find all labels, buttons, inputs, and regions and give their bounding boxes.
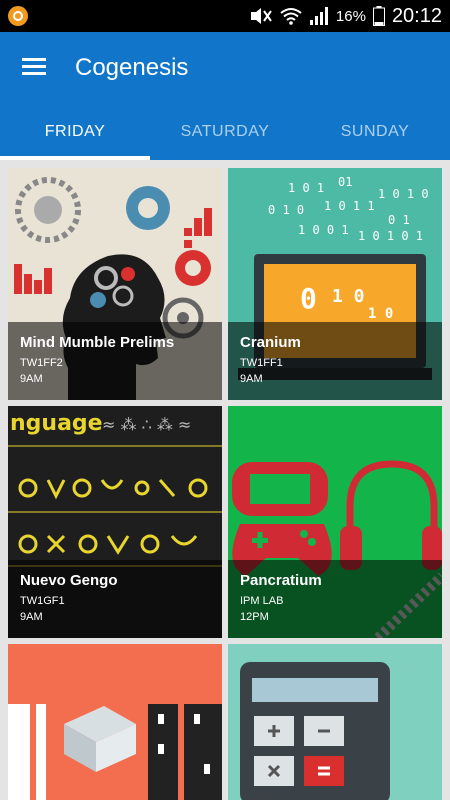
svg-text:0 1: 0 1 [388,213,410,227]
event-card-mind-mumble-prelims[interactable]: Mind Mumble Prelims TW1FF2 9AM [8,168,222,400]
mute-icon [250,8,272,24]
event-card-nuevo-gengo[interactable]: nguage ≈ ⁂ ∴ ⁂ ≈ Nuevo Gengo TW1GF1 9AM [8,406,222,638]
event-info: Pancratium IPM LAB 12PM [228,560,442,638]
event-info: Cranium TW1FF1 9AM [228,322,442,400]
event-card-pancratium[interactable]: Pancratium IPM LAB 12PM [228,406,442,638]
event-info: Mind Mumble Prelims TW1FF2 9AM [8,322,222,400]
event-room: IPM LAB [240,595,284,607]
event-room: TW1FF2 [20,357,63,369]
event-time: 9AM [240,373,263,385]
battery-percentage: 16% [335,7,366,25]
svg-text:≈ ⁂ ∴ ⁂ ≈: ≈ ⁂ ∴ ⁂ ≈ [102,415,191,434]
calculator-illustration [228,644,442,800]
event-title: Cranium [240,334,301,351]
event-card-6[interactable] [228,644,442,800]
event-card-5[interactable] [8,644,222,800]
status-bar: 16% 20:12 [0,0,450,32]
svg-text:0 1 0: 0 1 0 [268,203,304,217]
svg-text:1 0: 1 0 [332,286,365,307]
event-title: Nuevo Gengo [20,572,118,589]
notification-icon [8,6,28,26]
event-title: Mind Mumble Prelims [20,334,175,351]
event-room: TW1FF1 [240,357,283,369]
svg-text:01: 01 [338,175,352,189]
wifi-icon [280,8,302,25]
battery-icon [372,6,385,26]
event-room: TW1GF1 [20,595,65,607]
event-title: Pancratium [240,572,322,589]
hamburger-menu-icon[interactable] [22,54,48,78]
event-time: 9AM [20,611,43,623]
tab-saturday[interactable]: SATURDAY [150,112,300,160]
app-bar: Cogenesis FRIDAY SATURDAY SUNDAY [0,32,450,160]
event-info: Nuevo Gengo TW1GF1 9AM [8,560,222,638]
app-title: Cogenesis [75,54,189,81]
svg-text:1 0 1 0: 1 0 1 0 [378,187,429,201]
event-card-cranium[interactable]: 1 0 1 01 1 0 1 0 0 1 0 1 0 1 1 0 1 1 0 0 1 1 … [228,168,442,400]
svg-text:1 0 0 1: 1 0 0 1 [298,223,349,237]
event-time: 12PM [240,611,269,623]
svg-text:1 0: 1 0 [368,306,393,322]
svg-text:0: 0 [300,282,317,315]
svg-text:1 0 1: 1 0 1 [288,181,324,195]
event-time: 9AM [20,373,43,385]
tab-friday[interactable]: FRIDAY [0,112,150,160]
svg-text:1 0 1 1: 1 0 1 1 [324,199,375,213]
svg-text:1 0 1 0 1: 1 0 1 0 1 [358,229,423,243]
puzzle-box-illustration [8,644,222,800]
artwork-word: nguage [10,411,103,436]
day-tabs: FRIDAY SATURDAY SUNDAY [0,112,450,160]
clock: 20:12 [391,4,442,27]
signal-icon [309,7,328,25]
tab-sunday[interactable]: SUNDAY [300,112,450,160]
